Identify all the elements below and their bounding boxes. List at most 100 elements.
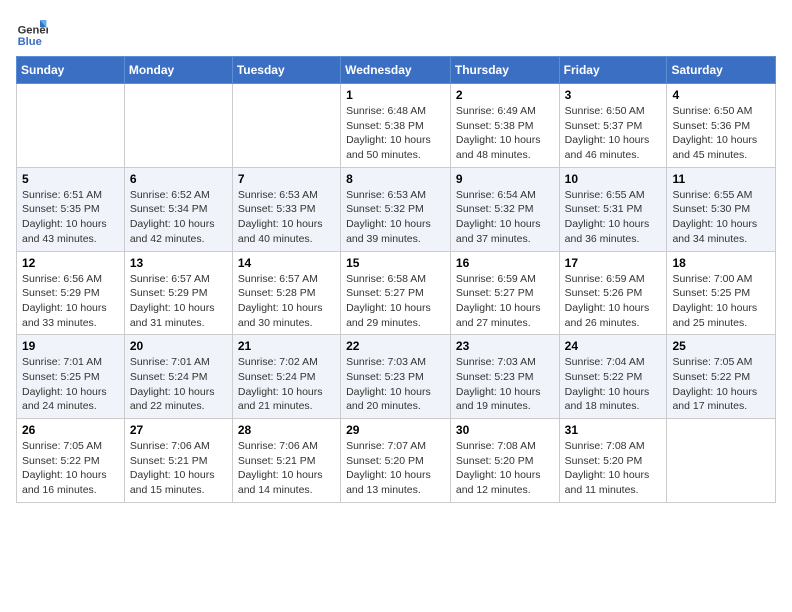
day-info: Sunrise: 7:02 AM Sunset: 5:24 PM Dayligh… [238,355,335,414]
day-info: Sunrise: 6:55 AM Sunset: 5:31 PM Dayligh… [565,188,662,247]
logo-icon: General Blue [16,16,48,48]
calendar-cell [17,84,125,168]
day-number: 22 [346,339,445,353]
calendar-table: SundayMondayTuesdayWednesdayThursdayFrid… [16,56,776,503]
calendar-cell: 4Sunrise: 6:50 AM Sunset: 5:36 PM Daylig… [667,84,776,168]
calendar-cell: 6 Sunrise: 6:52 AM Sunset: 5:34 PM Daylig… [124,167,232,251]
col-header-monday: Monday [124,57,232,84]
day-info: Sunrise: 6:53 AM Sunset: 5:32 PM Dayligh… [346,188,445,247]
calendar-cell: 29 Sunrise: 7:07 AM Sunset: 5:20 PM Dayli… [341,419,451,503]
day-number: 19 [22,339,119,353]
calendar-header-row: SundayMondayTuesdayWednesdayThursdayFrid… [17,57,776,84]
day-number: 20 [130,339,227,353]
calendar-cell: 10 Sunrise: 6:55 AM Sunset: 5:31 PM Dayli… [559,167,667,251]
day-info: Sunrise: 6:48 AM Sunset: 5:38 PM Dayligh… [346,104,445,163]
day-number: 17 [565,256,662,270]
day-number: 8 [346,172,445,186]
calendar-cell: 28 Sunrise: 7:06 AM Sunset: 5:21 PM Dayli… [232,419,340,503]
day-number: 26 [22,423,119,437]
day-number: 9 [456,172,554,186]
calendar-cell: 13 Sunrise: 6:57 AM Sunset: 5:29 PM Dayli… [124,251,232,335]
logo: General Blue [16,16,52,48]
day-number: 2 [456,88,554,102]
day-number: 27 [130,423,227,437]
day-info: Sunrise: 6:59 AM Sunset: 5:27 PM Dayligh… [456,272,554,331]
calendar-cell [232,84,340,168]
calendar-cell: 16 Sunrise: 6:59 AM Sunset: 5:27 PM Dayli… [450,251,559,335]
day-info: Sunrise: 7:08 AM Sunset: 5:20 PM Dayligh… [456,439,554,498]
calendar-cell: 2 Sunrise: 6:49 AM Sunset: 5:38 PM Daylig… [450,84,559,168]
calendar-cell: 19 Sunrise: 7:01 AM Sunset: 5:25 PM Dayli… [17,335,125,419]
day-number: 23 [456,339,554,353]
day-info: Sunrise: 7:06 AM Sunset: 5:21 PM Dayligh… [130,439,227,498]
calendar-cell: 25 Sunrise: 7:05 AM Sunset: 5:22 PM Dayli… [667,335,776,419]
calendar-cell: 31 Sunrise: 7:08 AM Sunset: 5:20 PM Dayli… [559,419,667,503]
col-header-tuesday: Tuesday [232,57,340,84]
day-number: 10 [565,172,662,186]
calendar-week-row: 19 Sunrise: 7:01 AM Sunset: 5:25 PM Dayli… [17,335,776,419]
calendar-cell: 9Sunrise: 6:54 AM Sunset: 5:32 PM Daylig… [450,167,559,251]
day-info: Sunrise: 7:00 AM Sunset: 5:25 PM Dayligh… [672,272,770,331]
calendar-cell: 12Sunrise: 6:56 AM Sunset: 5:29 PM Dayli… [17,251,125,335]
calendar-cell: 27 Sunrise: 7:06 AM Sunset: 5:21 PM Dayli… [124,419,232,503]
col-header-friday: Friday [559,57,667,84]
calendar-cell: 15 Sunrise: 6:58 AM Sunset: 5:27 PM Dayli… [341,251,451,335]
day-info: Sunrise: 7:05 AM Sunset: 5:22 PM Dayligh… [22,439,119,498]
day-number: 14 [238,256,335,270]
calendar-cell: 21 Sunrise: 7:02 AM Sunset: 5:24 PM Dayli… [232,335,340,419]
day-number: 21 [238,339,335,353]
day-info: Sunrise: 6:51 AM Sunset: 5:35 PM Dayligh… [22,188,119,247]
day-number: 7 [238,172,335,186]
svg-text:Blue: Blue [18,36,42,48]
day-info: Sunrise: 6:57 AM Sunset: 5:29 PM Dayligh… [130,272,227,331]
calendar-cell: 30 Sunrise: 7:08 AM Sunset: 5:20 PM Dayli… [450,419,559,503]
calendar-cell: 7Sunrise: 6:53 AM Sunset: 5:33 PM Daylig… [232,167,340,251]
day-number: 29 [346,423,445,437]
calendar-cell [124,84,232,168]
calendar-cell: 3 Sunrise: 6:50 AM Sunset: 5:37 PM Daylig… [559,84,667,168]
calendar-cell: 23Sunrise: 7:03 AM Sunset: 5:23 PM Dayli… [450,335,559,419]
calendar-cell [667,419,776,503]
day-number: 3 [565,88,662,102]
day-info: Sunrise: 7:05 AM Sunset: 5:22 PM Dayligh… [672,355,770,414]
day-info: Sunrise: 7:01 AM Sunset: 5:25 PM Dayligh… [22,355,119,414]
day-info: Sunrise: 6:52 AM Sunset: 5:34 PM Dayligh… [130,188,227,247]
calendar-cell: 8 Sunrise: 6:53 AM Sunset: 5:32 PM Daylig… [341,167,451,251]
day-number: 28 [238,423,335,437]
day-info: Sunrise: 7:08 AM Sunset: 5:20 PM Dayligh… [565,439,662,498]
calendar-cell: 5 Sunrise: 6:51 AM Sunset: 5:35 PM Daylig… [17,167,125,251]
calendar-cell: 14 Sunrise: 6:57 AM Sunset: 5:28 PM Dayli… [232,251,340,335]
col-header-thursday: Thursday [450,57,559,84]
day-info: Sunrise: 6:56 AM Sunset: 5:29 PM Dayligh… [22,272,119,331]
day-info: Sunrise: 6:50 AM Sunset: 5:37 PM Dayligh… [565,104,662,163]
day-info: Sunrise: 7:06 AM Sunset: 5:21 PM Dayligh… [238,439,335,498]
day-number: 13 [130,256,227,270]
day-info: Sunrise: 6:57 AM Sunset: 5:28 PM Dayligh… [238,272,335,331]
day-number: 16 [456,256,554,270]
day-info: Sunrise: 7:07 AM Sunset: 5:20 PM Dayligh… [346,439,445,498]
page-header: General Blue [16,16,776,48]
calendar-cell: 17Sunrise: 6:59 AM Sunset: 5:26 PM Dayli… [559,251,667,335]
calendar-cell: 22Sunrise: 7:03 AM Sunset: 5:23 PM Dayli… [341,335,451,419]
day-number: 24 [565,339,662,353]
day-number: 15 [346,256,445,270]
col-header-sunday: Sunday [17,57,125,84]
calendar-week-row: 12Sunrise: 6:56 AM Sunset: 5:29 PM Dayli… [17,251,776,335]
day-number: 30 [456,423,554,437]
calendar-cell: 26 Sunrise: 7:05 AM Sunset: 5:22 PM Dayli… [17,419,125,503]
day-info: Sunrise: 6:49 AM Sunset: 5:38 PM Dayligh… [456,104,554,163]
day-number: 31 [565,423,662,437]
day-number: 5 [22,172,119,186]
calendar-cell: 1Sunrise: 6:48 AM Sunset: 5:38 PM Daylig… [341,84,451,168]
calendar-week-row: 1Sunrise: 6:48 AM Sunset: 5:38 PM Daylig… [17,84,776,168]
calendar-cell: 24 Sunrise: 7:04 AM Sunset: 5:22 PM Dayli… [559,335,667,419]
day-number: 25 [672,339,770,353]
day-info: Sunrise: 6:58 AM Sunset: 5:27 PM Dayligh… [346,272,445,331]
day-number: 6 [130,172,227,186]
calendar-cell: 11Sunrise: 6:55 AM Sunset: 5:30 PM Dayli… [667,167,776,251]
day-info: Sunrise: 6:50 AM Sunset: 5:36 PM Dayligh… [672,104,770,163]
day-info: Sunrise: 7:01 AM Sunset: 5:24 PM Dayligh… [130,355,227,414]
calendar-week-row: 26 Sunrise: 7:05 AM Sunset: 5:22 PM Dayli… [17,419,776,503]
day-info: Sunrise: 7:04 AM Sunset: 5:22 PM Dayligh… [565,355,662,414]
calendar-week-row: 5 Sunrise: 6:51 AM Sunset: 5:35 PM Daylig… [17,167,776,251]
